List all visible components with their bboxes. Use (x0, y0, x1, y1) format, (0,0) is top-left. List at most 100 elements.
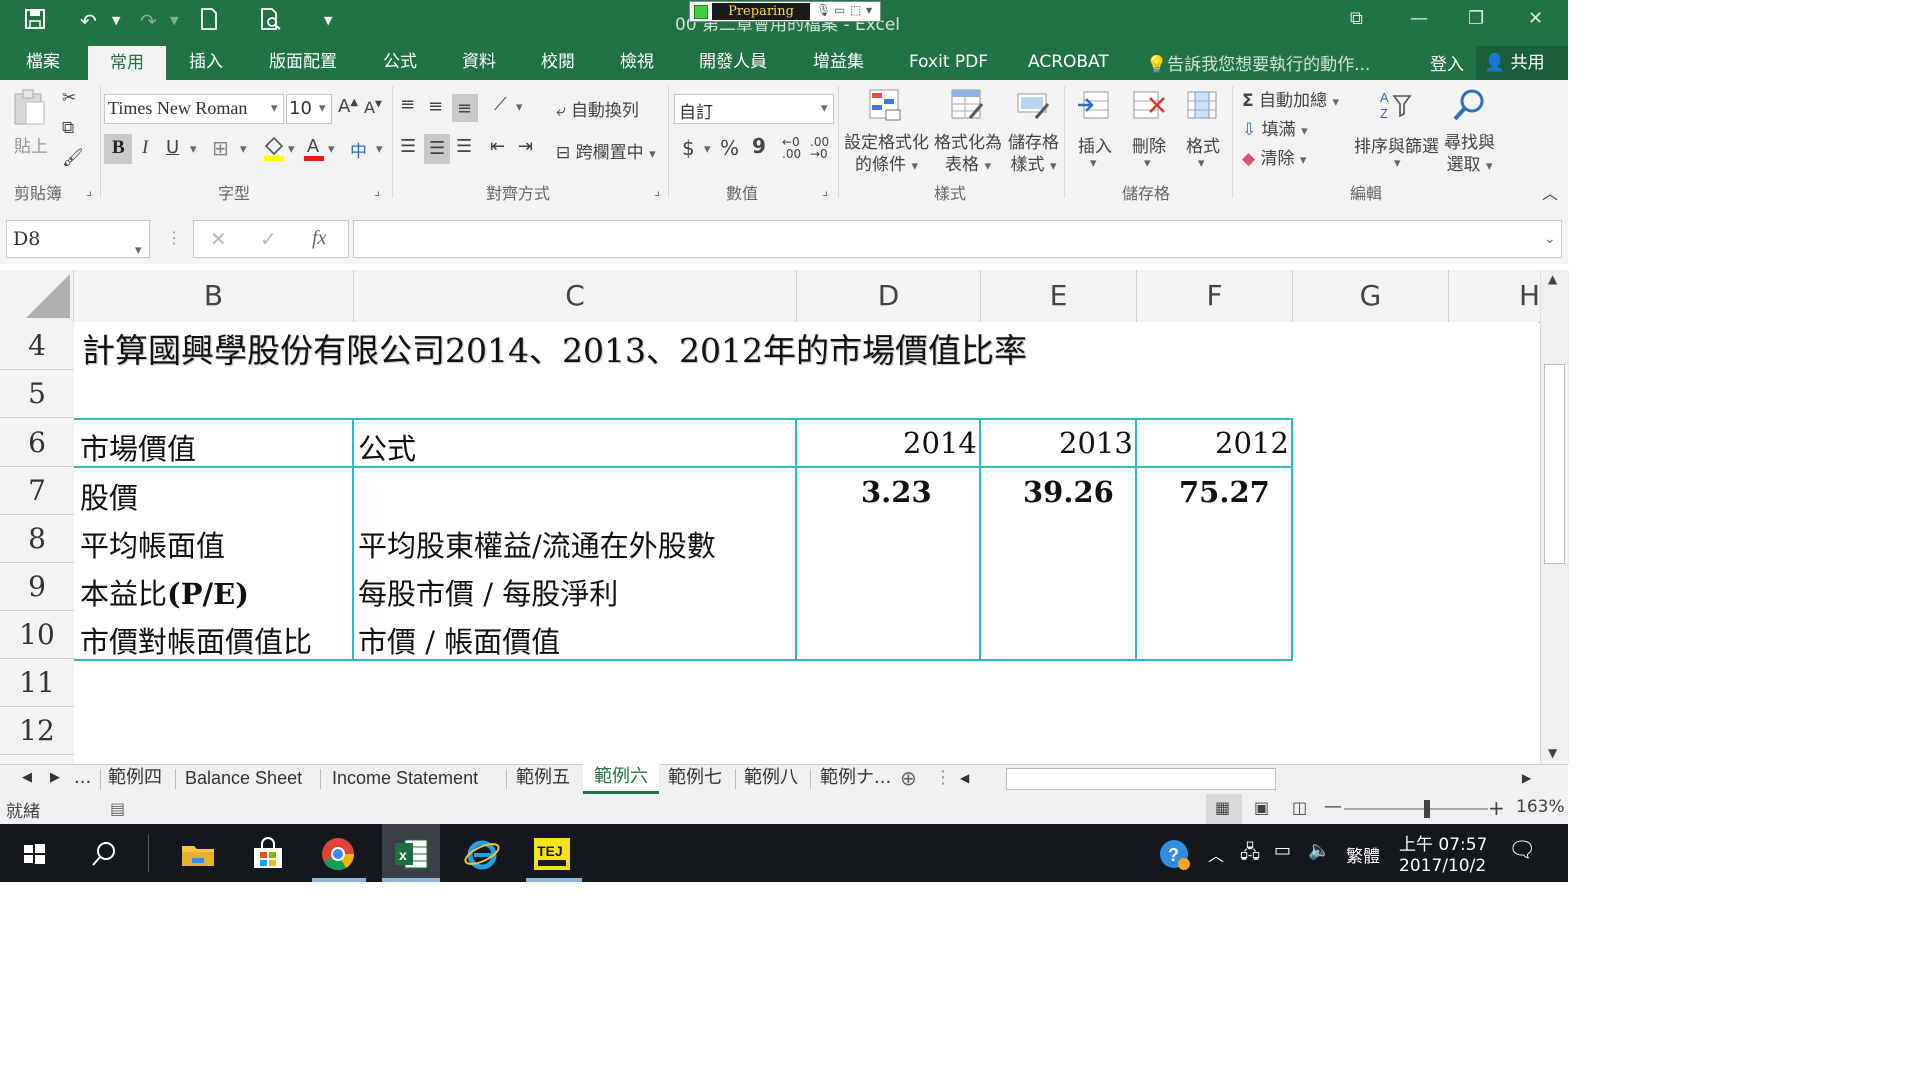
tab-addins[interactable]: 增益集 (813, 50, 864, 74)
currency-button[interactable]: $ (682, 136, 695, 160)
sheet-title[interactable]: 計算國興學股份有限公司2014、2013、2012年的市場價值比率 (82, 324, 1027, 372)
copy-icon[interactable]: ⧉ (62, 118, 74, 138)
row-header-10[interactable]: 10 (0, 611, 74, 659)
tab-developer[interactable]: 開發人員 (699, 50, 767, 74)
zoom-in-icon[interactable]: + (1488, 796, 1505, 820)
align-middle-icon[interactable]: ≡ (428, 96, 443, 117)
cell-styles-icon[interactable] (1016, 88, 1050, 122)
search-icon[interactable] (84, 834, 124, 874)
page-layout-view-icon[interactable]: ▣ (1254, 798, 1269, 817)
font-color-dropdown-icon[interactable]: ▾ (328, 142, 335, 157)
name-box-dropdown-icon[interactable]: ▾ (135, 233, 142, 269)
cell-e6[interactable]: 2013 (1059, 426, 1133, 460)
insert-cells-label[interactable]: 插入 (1078, 132, 1112, 157)
tab-data[interactable]: 資料 (462, 50, 496, 74)
font-name-dropdown-icon[interactable]: ▾ (271, 101, 278, 116)
cell-b6[interactable]: 市場價值 (80, 426, 196, 468)
row-header-9[interactable]: 9 (0, 563, 74, 611)
sort-filter-dropdown-icon[interactable]: ▾ (1394, 156, 1401, 171)
cell-c8[interactable]: 平均股東權益/流通在外股數 (358, 523, 716, 565)
comma-button[interactable]: 9 (752, 134, 766, 158)
insert-cells-icon[interactable] (1076, 88, 1110, 122)
cut-icon[interactable]: ✂ (62, 88, 76, 108)
merge-dropdown-icon[interactable]: ▾ (649, 147, 656, 162)
font-launcher-icon[interactable]: ⌟ (374, 184, 380, 199)
notification-icon[interactable]: 🗨 (1508, 838, 1536, 863)
windows-start-icon[interactable] (14, 834, 54, 874)
clipboard-launcher-icon[interactable]: ⌟ (86, 184, 92, 199)
sheet-tab-example-6[interactable]: 範例六 (583, 764, 659, 794)
cell-b9[interactable]: 本益比(P/E) (80, 571, 249, 613)
format-as-table-icon[interactable] (950, 88, 984, 122)
clear-dropdown-icon[interactable]: ▾ (1300, 153, 1307, 168)
select-all-corner[interactable] (0, 270, 74, 322)
format-cells-icon[interactable] (1186, 88, 1220, 122)
tab-home[interactable]: 常用 (88, 46, 166, 80)
column-header-c[interactable]: C (354, 270, 797, 322)
merge-center-button[interactable]: ⊟ 跨欄置中 ▾ (556, 138, 656, 163)
conditional-formatting-icon[interactable] (868, 88, 902, 122)
row-header-11[interactable]: 11 (0, 659, 74, 707)
sign-in-link[interactable]: 登入 (1430, 50, 1464, 75)
microphone-icon[interactable]: 🎙 (816, 3, 831, 17)
hscroll-left-icon[interactable]: ◀ (960, 765, 969, 793)
formula-input[interactable]: ⌄ (353, 220, 1562, 258)
tab-split-grip-icon[interactable]: ⋮ (934, 765, 952, 793)
borders-dropdown-icon[interactable]: ▾ (240, 142, 247, 157)
normal-view-button[interactable]: ▦ (1206, 794, 1242, 824)
file-explorer-icon[interactable] (178, 834, 218, 874)
tab-view[interactable]: 檢視 (620, 50, 654, 74)
column-header-f[interactable]: F (1137, 270, 1293, 322)
cell-f7[interactable]: 75.27 (1179, 475, 1270, 509)
zoom-slider[interactable] (1344, 808, 1488, 810)
tab-acrobat[interactable]: ACROBAT (1028, 50, 1109, 74)
page-break-view-icon[interactable]: ◫ (1292, 798, 1307, 817)
cell-d7[interactable]: 3.23 (861, 475, 932, 509)
sheet-tab-example-9[interactable]: 範例ナ... (820, 765, 891, 793)
column-header-e[interactable]: E (981, 270, 1137, 322)
ime-indicator[interactable]: 繁體 (1346, 842, 1380, 867)
ribbon-display-icon[interactable]: ⧉ (1350, 8, 1363, 29)
sheet-tab-income-statement[interactable]: Income Statement (332, 765, 478, 793)
sheet-tab-example-8[interactable]: 範例八 (744, 765, 798, 793)
row-header-5[interactable]: 5 (0, 370, 74, 418)
row-header-4[interactable]: 4 (0, 322, 74, 370)
tab-review[interactable]: 校閱 (541, 50, 575, 74)
increase-decimal-icon[interactable]: ←0.00 (782, 136, 801, 160)
cell-c9[interactable]: 每股市價 / 每股淨利 (358, 571, 618, 613)
clear-button[interactable]: ◆ 清除 ▾ (1242, 144, 1306, 169)
paste-label[interactable]: 貼上 (14, 132, 48, 157)
tab-insert[interactable]: 插入 (189, 50, 223, 74)
phonetic-icon[interactable]: 中 (350, 137, 367, 162)
tab-file[interactable]: 檔案 (26, 50, 60, 74)
clock-time[interactable]: 上午 07:57 (1399, 830, 1487, 855)
undo-icon[interactable]: ↶ (80, 8, 97, 34)
add-sheet-icon[interactable]: ⊕ (900, 765, 917, 793)
font-color-icon[interactable]: A (302, 134, 326, 167)
font-name-box[interactable]: Times New Roman ▾ (104, 94, 284, 124)
column-header-d[interactable]: D (797, 270, 981, 322)
underline-button[interactable]: U (166, 137, 179, 158)
column-header-g[interactable]: G (1293, 270, 1449, 322)
minimize-icon[interactable]: — (1410, 8, 1428, 29)
store-icon[interactable] (248, 834, 288, 874)
font-size-box[interactable]: 10 ▾ (286, 94, 332, 124)
formula-bar-grip-icon[interactable]: ⋮ (166, 228, 182, 247)
format-painter-icon[interactable]: 🖌 (62, 148, 84, 168)
sort-filter-label[interactable]: 排序與篩選 (1354, 132, 1439, 157)
italic-button[interactable]: I (142, 137, 148, 159)
hscroll-right-icon[interactable]: ▶ (1522, 765, 1531, 793)
show-hidden-icons-icon[interactable]: ︿ (1208, 842, 1224, 866)
insert-function-icon[interactable]: fx (312, 227, 326, 250)
cell-styles-button[interactable]: 儲存格 樣式 ▾ (1008, 132, 1059, 178)
decrease-decimal-icon[interactable]: .00 →0 (810, 136, 829, 160)
number-format-dropdown-icon[interactable]: ▾ (821, 101, 828, 116)
row-header-12[interactable]: 12 (0, 707, 74, 755)
borders-icon[interactable]: ⊞ (212, 136, 229, 160)
worksheet-grid[interactable]: 計算國興學股份有限公司2014、2013、2012年的市場價值比率 市場價值 公… (74, 322, 1538, 764)
vertical-scrollbar[interactable]: ▲ ▼ (1540, 270, 1569, 764)
number-format-box[interactable]: 自訂 ▾ (674, 94, 834, 124)
cell-c10[interactable]: 市價 / 帳面價值 (358, 619, 560, 661)
sheet-nav-prev-icon[interactable]: ◀ (22, 765, 32, 793)
align-left-icon[interactable]: ☰ (400, 136, 416, 157)
